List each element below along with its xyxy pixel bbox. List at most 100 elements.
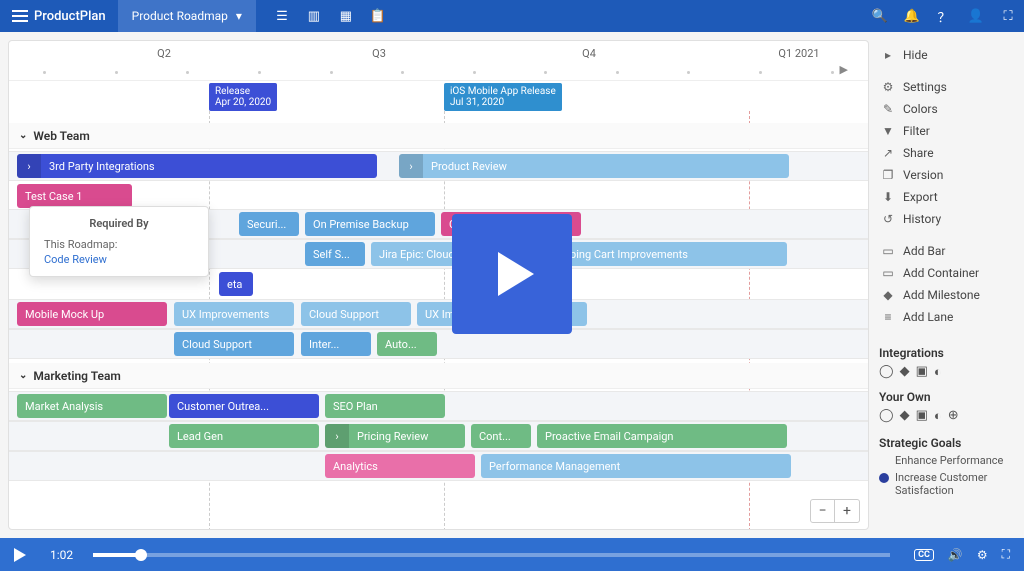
bar-analytics[interactable]: Analytics — [325, 454, 475, 478]
add-container-item[interactable]: ▭Add Container — [879, 262, 1014, 284]
video-progress — [93, 553, 141, 557]
timeline-ticks — [9, 71, 868, 74]
version-item[interactable]: ❐Version — [879, 164, 1014, 186]
bar-cont[interactable]: Cont... — [471, 424, 531, 448]
bar-seo[interactable]: SEO Plan — [325, 394, 445, 418]
bar-auto[interactable]: Auto... — [377, 332, 437, 356]
bar-cloud1[interactable]: Cloud Support — [301, 302, 411, 326]
search-icon[interactable]: 🔍 — [864, 0, 896, 32]
zoom-in-button[interactable]: + — [835, 500, 859, 522]
zoom-out-button[interactable]: − — [811, 500, 835, 522]
settings-item[interactable]: ⚙Settings — [879, 76, 1014, 98]
expand-icon[interactable]: › — [325, 424, 349, 448]
bar-performance[interactable]: Performance Management — [481, 454, 791, 478]
captions-button[interactable]: CC — [914, 549, 934, 561]
add-icon[interactable]: ⊕ — [948, 408, 959, 424]
bar-mobile-mock[interactable]: Mobile Mock Up — [17, 302, 167, 326]
trello-icon[interactable]: ▣ — [916, 364, 928, 380]
add-lane-icon: ≡ — [881, 310, 895, 324]
milestone-ios-title: iOS Mobile App Release — [450, 86, 556, 97]
lane-web-label: Web Team — [33, 129, 89, 143]
timeline-q4: Q4 — [582, 47, 596, 60]
video-right-controls: CC 🔊 ⚙ ⛶ — [900, 547, 1024, 562]
bar-test-case[interactable]: Test Case 1 — [17, 184, 132, 208]
bar-self-s[interactable]: Self S... — [305, 242, 365, 266]
bar-leadgen[interactable]: Lead Gen — [169, 424, 319, 448]
add-lane-item[interactable]: ≡Add Lane — [879, 306, 1014, 328]
columns-view-icon[interactable]: ▥ — [298, 0, 330, 32]
goal-enhance[interactable]: Enhance Performance — [879, 454, 1014, 467]
history-item[interactable]: ↺History — [879, 208, 1014, 230]
azure-icon[interactable]: ◆ — [900, 408, 910, 424]
bar-shopping[interactable]: Shopping Cart Improvements — [537, 242, 787, 266]
roadmap-dropdown[interactable]: Product Roadmap ▾ — [118, 0, 256, 32]
add-milestone-item[interactable]: ◆Add Milestone — [879, 284, 1014, 306]
github-icon[interactable]: ◯ — [879, 364, 894, 380]
list-view-icon[interactable]: ☰ — [266, 0, 298, 32]
azure-icon[interactable]: ◆ — [900, 364, 910, 380]
bar-product-review[interactable]: › Product Review — [399, 154, 789, 178]
export-item[interactable]: ⬇Export — [879, 186, 1014, 208]
play-button[interactable] — [0, 548, 40, 562]
share-item[interactable]: ↗Share — [879, 142, 1014, 164]
bar-beta[interactable]: eta — [219, 272, 253, 296]
fullscreen-button[interactable]: ⛶ — [1002, 547, 1010, 562]
jira-icon[interactable]: ◐ — [934, 364, 942, 380]
bar-on-premise[interactable]: On Premise Backup — [305, 212, 435, 236]
bar-cloud2[interactable]: Cloud Support — [174, 332, 294, 356]
milestone-release-date: Apr 20, 2020 — [215, 97, 271, 108]
bar-proactive[interactable]: Proactive Email Campaign — [537, 424, 787, 448]
timeline-q3: Q3 — [372, 47, 386, 60]
view-switcher: ☰ ▥ ▦ 📋 — [266, 0, 394, 32]
brush-icon: ✎ — [881, 102, 895, 116]
lane-header-web[interactable]: ⌄ Web Team — [9, 123, 868, 149]
integrations-icons: ◯ ◆ ▣ ◐ — [879, 364, 1014, 380]
chevron-down-icon: ⌄ — [19, 370, 27, 381]
user-icon[interactable]: 👤 — [960, 0, 992, 32]
filter-item[interactable]: ▼Filter — [879, 120, 1014, 142]
lane-marketing-label: Marketing Team — [33, 369, 120, 383]
colors-item[interactable]: ✎Colors — [879, 98, 1014, 120]
video-scrubber[interactable] — [93, 553, 890, 557]
timeline-q1next: Q1 2021 — [778, 47, 819, 60]
settings-button[interactable]: ⚙ — [977, 548, 988, 562]
bar-outreach[interactable]: Customer Outrea... — [169, 394, 319, 418]
milestone-release[interactable]: Release Apr 20, 2020 — [209, 83, 277, 111]
volume-button[interactable]: 🔊 — [948, 548, 963, 562]
chevron-right-icon: ▸ — [881, 48, 895, 62]
video-thumb[interactable] — [135, 549, 147, 561]
popover-link[interactable]: Code Review — [44, 253, 194, 266]
github-icon[interactable]: ◯ — [879, 408, 894, 424]
bar-ux1[interactable]: UX Improvements — [174, 302, 294, 326]
goals-header: Strategic Goals — [879, 436, 1014, 450]
timeline-scroll-arrow[interactable]: ▶ — [840, 63, 848, 76]
expand-icon[interactable]: › — [17, 154, 41, 178]
add-bar-item[interactable]: ▭Add Bar — [879, 240, 1014, 262]
bar-3rd-party[interactable]: › 3rd Party Integrations — [17, 154, 377, 178]
bar-security[interactable]: Securi... — [239, 212, 299, 236]
bar-inter[interactable]: Inter... — [301, 332, 371, 356]
table-view-icon[interactable]: ▦ — [330, 0, 362, 32]
canvas: Release Apr 20, 2020 iOS Mobile App Rele… — [9, 81, 868, 530]
bar-market-analysis[interactable]: Market Analysis — [17, 394, 167, 418]
video-time: 1:02 — [50, 548, 73, 562]
bar-pricing[interactable]: › Pricing Review — [325, 424, 465, 448]
trello-icon[interactable]: ▣ — [916, 408, 928, 424]
video-play-overlay[interactable] — [452, 214, 572, 334]
hide-toggle[interactable]: ▸Hide — [879, 44, 1014, 66]
roadmap-canvas: Q2 Q3 Q4 Q1 2021 ▶ Release Apr 20, 2020 … — [8, 40, 869, 530]
lane-header-marketing[interactable]: ⌄ Marketing Team — [9, 363, 868, 389]
clipboard-icon[interactable]: 📋 — [362, 0, 394, 32]
expand-icon[interactable]: ⛶ — [992, 0, 1024, 32]
milestone-ios[interactable]: iOS Mobile App Release Jul 31, 2020 — [444, 83, 562, 111]
bell-icon[interactable]: 🔔 — [896, 0, 928, 32]
roadmap-dropdown-label: Product Roadmap — [132, 9, 228, 23]
sidebar: ▸Hide ⚙Settings ✎Colors ▼Filter ↗Share ❐… — [869, 32, 1024, 538]
jira-icon[interactable]: ◐ — [934, 408, 942, 424]
expand-icon[interactable]: › — [399, 154, 423, 178]
help-icon[interactable]: ？ — [928, 0, 960, 32]
add-container-icon: ▭ — [881, 266, 895, 280]
goal-satisfaction[interactable]: Increase Customer Satisfaction — [879, 471, 1014, 497]
integrations-header: Integrations — [879, 346, 1014, 360]
brand-icon — [12, 10, 28, 22]
